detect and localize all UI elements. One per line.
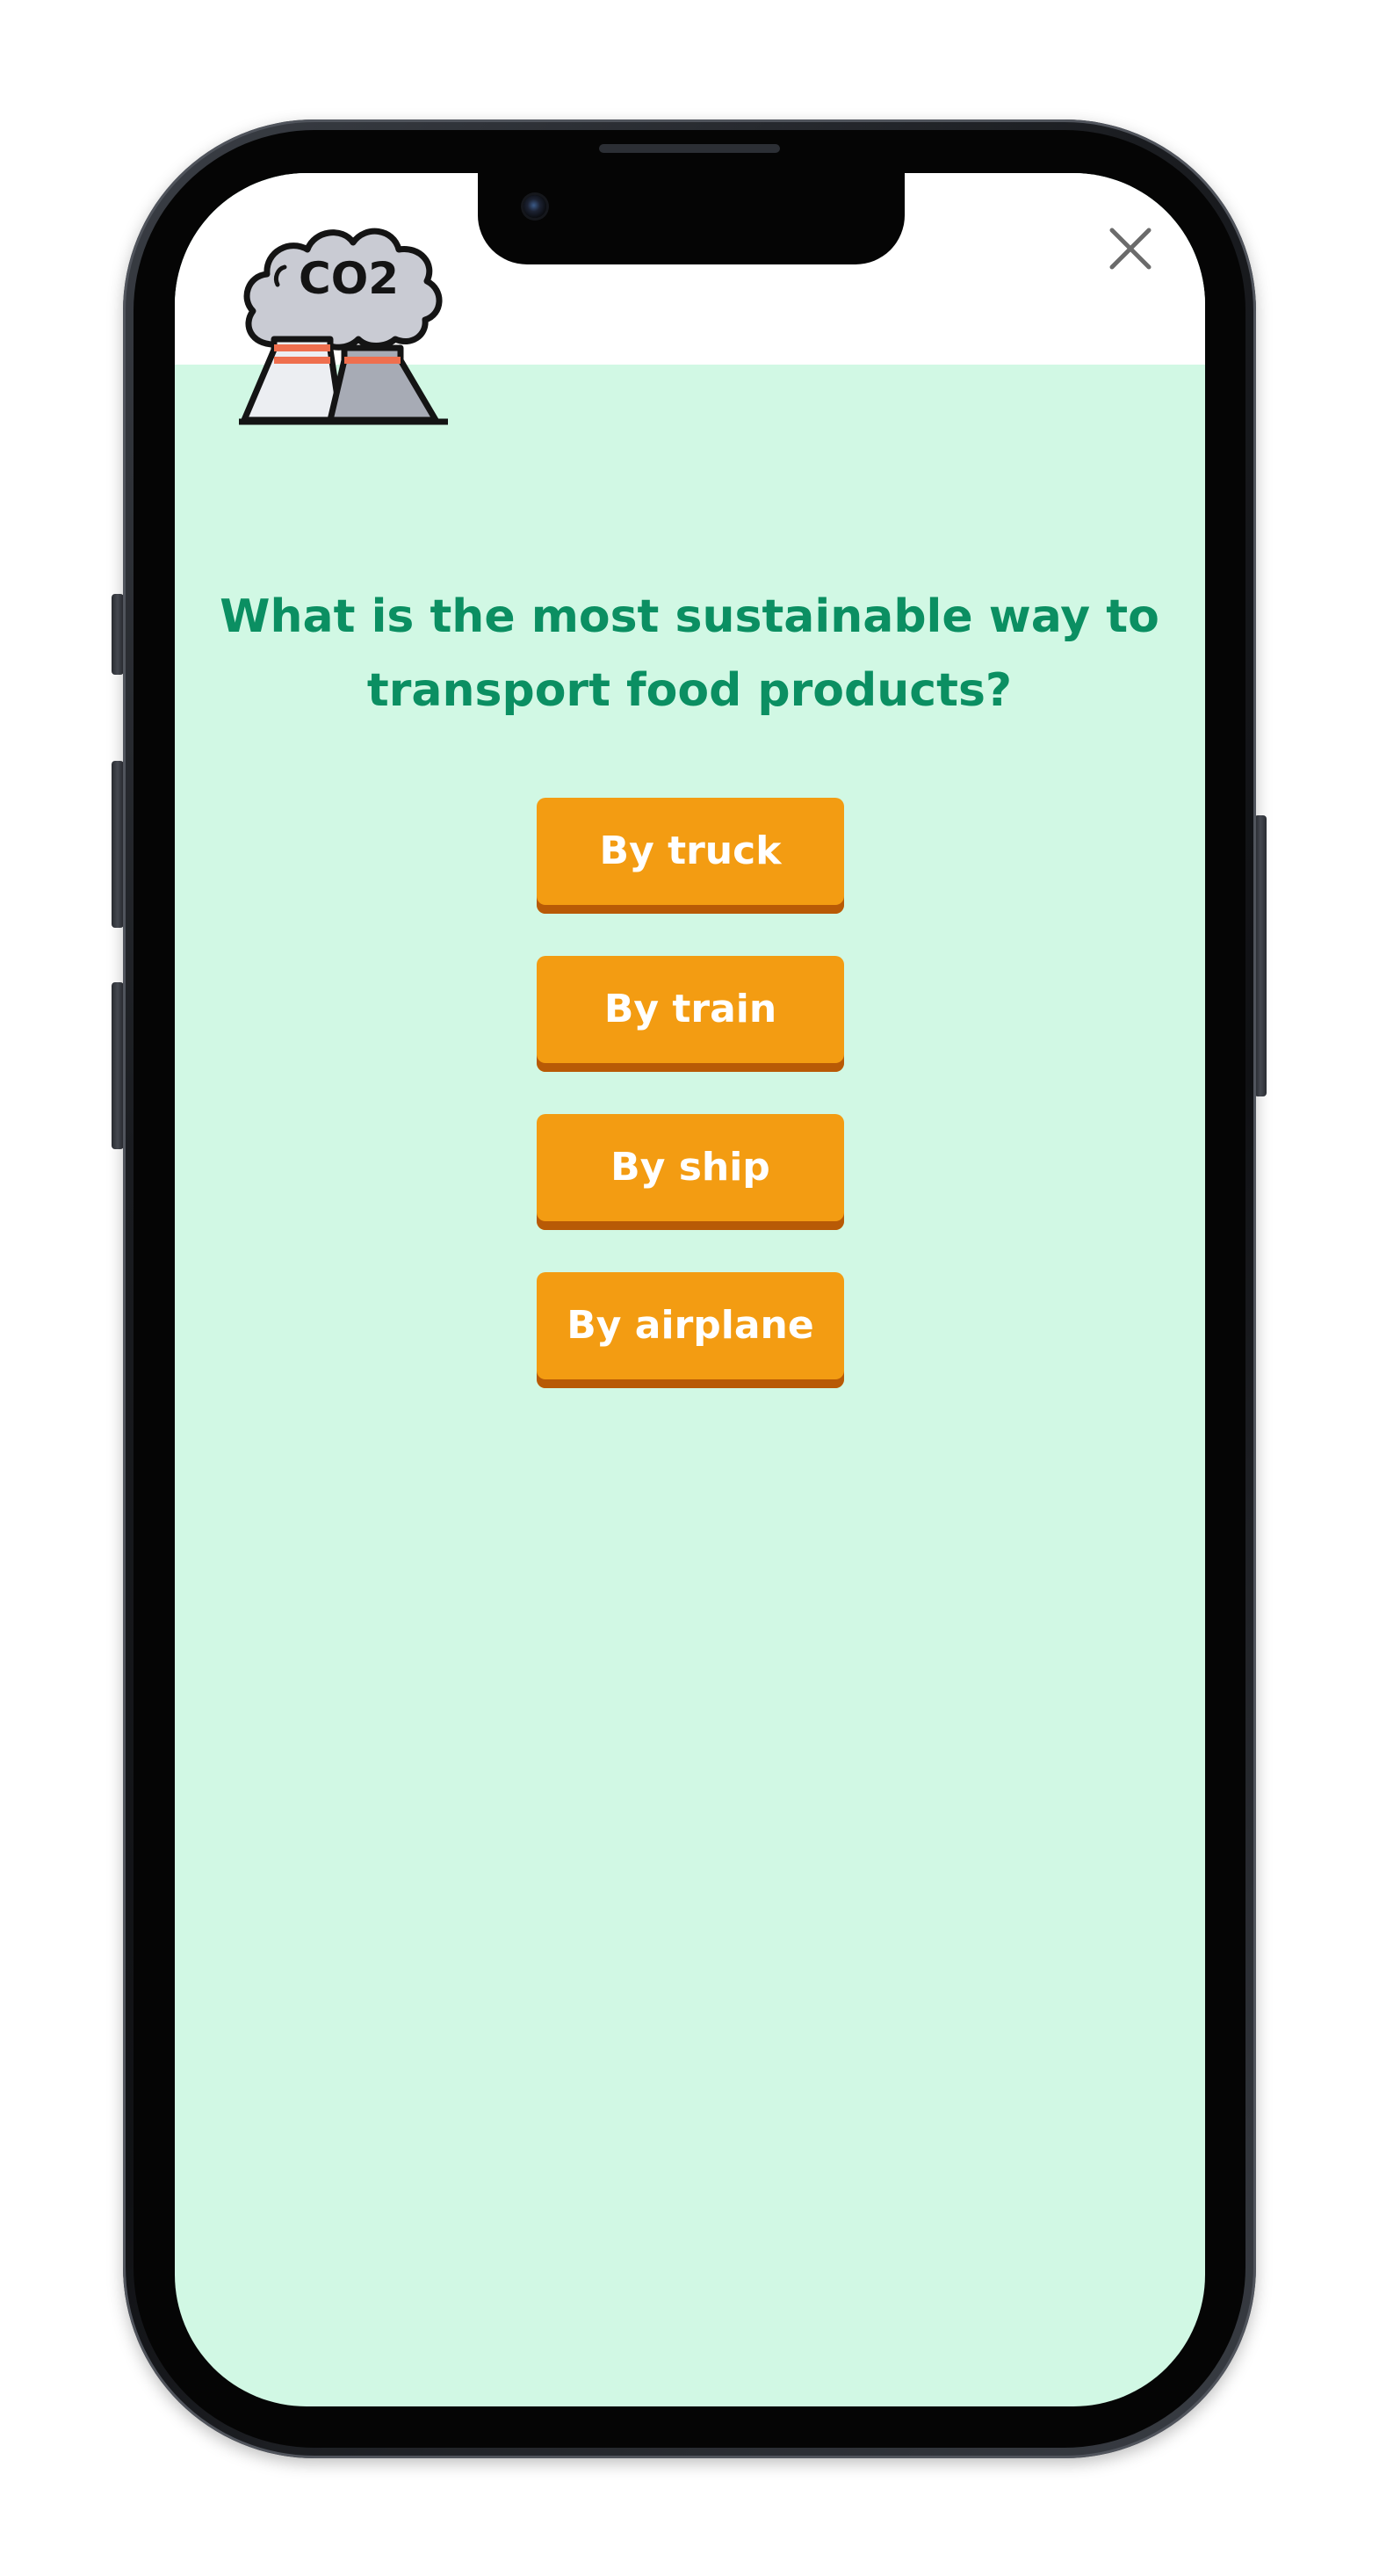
page: CO2 What is the most sustainable way to …	[0, 0, 1379, 2576]
earpiece-speaker	[599, 144, 780, 153]
co2-logo-text: CO2	[299, 253, 399, 304]
volume-up-button	[112, 761, 124, 928]
front-camera	[523, 195, 546, 218]
answer-button-train[interactable]: By train	[537, 956, 844, 1072]
co2-factory-icon: CO2	[239, 228, 448, 425]
answer-button-truck[interactable]: By truck	[537, 798, 844, 914]
question-text: What is the most sustainable way to tran…	[220, 590, 1159, 717]
answer-button-airplane[interactable]: By airplane	[537, 1272, 844, 1388]
notch	[478, 173, 905, 264]
power-button	[1254, 815, 1267, 1096]
close-button[interactable]	[1107, 225, 1154, 272]
answer-list: By truck By train By ship By airplane	[537, 798, 844, 1430]
answer-button-ship[interactable]: By ship	[537, 1114, 844, 1230]
volume-down-button	[112, 982, 124, 1149]
close-icon	[1109, 228, 1152, 270]
mute-switch	[112, 594, 124, 675]
